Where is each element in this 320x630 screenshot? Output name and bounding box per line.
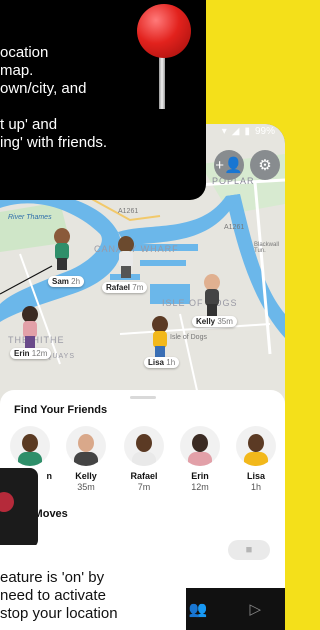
callout-line: ing' with friends. bbox=[0, 134, 108, 151]
friend-card[interactable]: Rafael 7m bbox=[122, 426, 166, 492]
bitmoji-erin[interactable] bbox=[20, 306, 40, 348]
callout-line: map. bbox=[0, 62, 34, 79]
chat-chip[interactable]: ■ bbox=[228, 540, 270, 560]
map-name-chip-lisa[interactable]: Lisa 1h bbox=[144, 357, 180, 368]
map-label-canary-wharf: CANARY WHARF bbox=[94, 244, 179, 254]
callout-line bbox=[0, 98, 206, 116]
battery-icon: ▮ bbox=[244, 126, 250, 137]
avatar bbox=[66, 426, 106, 466]
map-label-road-a1261: A1261 bbox=[118, 208, 139, 215]
map-label-blackwall: Blackwall Tun. bbox=[254, 242, 280, 254]
map-label-river: River Thames bbox=[8, 214, 52, 221]
friend-name: Erin bbox=[191, 471, 209, 481]
avatar bbox=[124, 426, 164, 466]
status-bar: ▾ ◢ ▮ 99% bbox=[222, 126, 275, 137]
signal-icon: ◢ bbox=[231, 126, 240, 137]
bitmoji-rafael[interactable] bbox=[116, 236, 136, 278]
avatar bbox=[236, 426, 276, 466]
callout-line: t up' and bbox=[0, 116, 58, 133]
friend-time: 12m bbox=[191, 482, 209, 492]
callout-line: eature is 'on' by bbox=[0, 569, 105, 586]
battery-percent: 99% bbox=[254, 126, 275, 137]
map-name-chip-kelly[interactable]: Kelly 35m bbox=[192, 316, 237, 327]
drawer-handle[interactable] bbox=[130, 396, 156, 399]
thumbnail-dot bbox=[0, 492, 14, 512]
map-label-road-a1261-east: A1261 bbox=[224, 224, 245, 231]
map-name-chip-rafael[interactable]: Rafael 7m bbox=[102, 282, 148, 293]
find-friends-title: Find Your Friends bbox=[14, 404, 108, 416]
friend-name: Rafael bbox=[130, 471, 158, 481]
bitmoji-lisa[interactable] bbox=[150, 316, 170, 358]
bitmoji-kelly[interactable] bbox=[202, 274, 222, 316]
chat-icon: ■ bbox=[245, 544, 253, 556]
wifi-icon: ▾ bbox=[221, 126, 227, 137]
settings-icon[interactable]: ⚙ bbox=[250, 150, 280, 180]
bitmoji-sam[interactable] bbox=[52, 228, 72, 270]
tutorial-callout-bottom: eature is 'on' by need to activate stop … bbox=[0, 545, 186, 630]
callout-line: stop your location bbox=[0, 605, 118, 622]
friend-time: 1h bbox=[250, 482, 261, 492]
tutorial-slide: River Thames CANARY WHARF POPLAR ISLE OF… bbox=[0, 0, 287, 630]
map-pin-icon bbox=[137, 4, 191, 58]
avatar bbox=[180, 426, 220, 466]
map-label-isle-of-dogs: ISLE OF DOGS bbox=[162, 298, 238, 308]
thumbnail-card bbox=[0, 468, 38, 548]
friend-card[interactable]: Lisa 1h bbox=[234, 426, 278, 492]
friend-name: Lisa bbox=[246, 471, 265, 481]
map-name-chip-sam[interactable]: Sam 2h bbox=[48, 276, 85, 287]
friend-card[interactable]: Erin 12m bbox=[178, 426, 222, 492]
map-name-chip-erin[interactable]: Erin 12m bbox=[10, 348, 52, 359]
friend-time: 7m bbox=[137, 482, 151, 492]
map-label-isle-small: Isle of Dogs bbox=[170, 334, 207, 341]
friend-card[interactable]: Kelly 35m bbox=[64, 426, 108, 492]
map-pin-stem bbox=[159, 54, 165, 109]
avatar bbox=[10, 426, 50, 466]
friend-time: 35m bbox=[77, 482, 95, 492]
add-friend-button[interactable]: +👤 bbox=[214, 150, 244, 180]
callout-line: own/city, and bbox=[0, 80, 87, 97]
play-icon[interactable]: ▷ bbox=[249, 600, 261, 618]
callout-line: need to activate bbox=[0, 587, 106, 604]
friends-nav-icon[interactable]: 👥 bbox=[189, 600, 208, 618]
friend-name: Kelly bbox=[75, 471, 97, 481]
